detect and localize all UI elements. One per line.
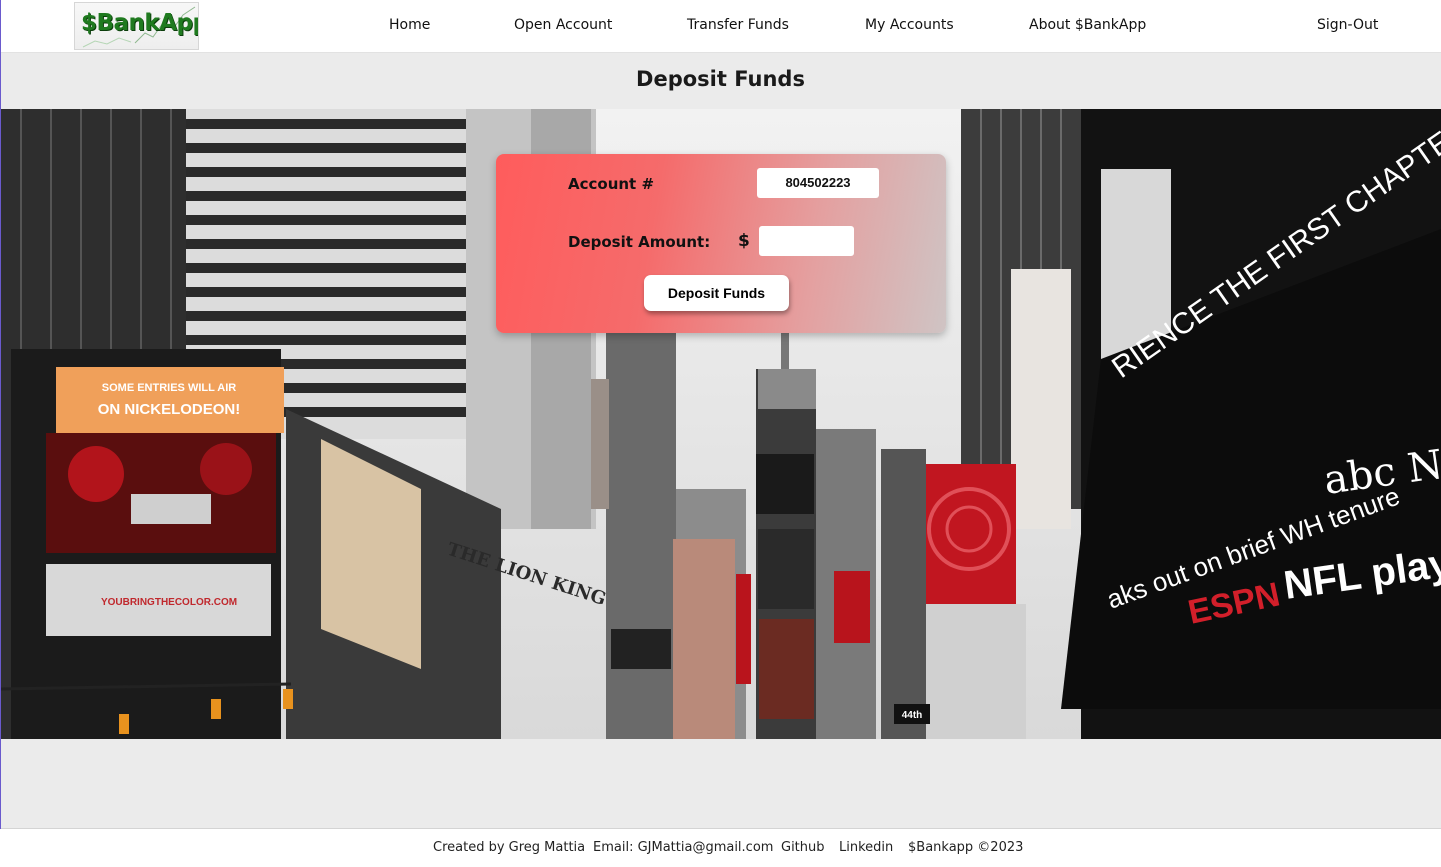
footer-github-link[interactable]: Github: [781, 840, 825, 855]
deposit-amount-input[interactable]: [759, 226, 854, 256]
billboard-nick-line1: SOME ENTRIES WILL AIR: [102, 382, 237, 394]
page-title: Deposit Funds: [636, 67, 805, 91]
nav-open-account-link[interactable]: Open Account: [514, 17, 612, 33]
billboard-nick-line2: ON NICKELODEON!: [98, 401, 241, 418]
deposit-amount-label: Deposit Amount:: [568, 233, 711, 251]
bankapp-logo[interactable]: $BankApp: [74, 2, 199, 50]
logo-text: $BankApp: [81, 10, 199, 36]
footer-copyright: $Bankapp ©2023: [908, 840, 1024, 855]
street-sign-44th: 44th: [902, 710, 923, 721]
navbar: $BankApp Home Open Account Transfer Fund…: [0, 0, 1441, 53]
nav-sign-out-link[interactable]: Sign-Out: [1317, 17, 1378, 33]
deposit-form-card: Account # 804502223 Deposit Amount: $ De…: [496, 154, 946, 333]
account-number-label: Account #: [568, 175, 655, 193]
nav-home-link[interactable]: Home: [389, 17, 430, 33]
title-bar: Deposit Funds: [0, 53, 1441, 109]
nav-my-accounts-link[interactable]: My Accounts: [865, 17, 954, 33]
nav-transfer-funds-link[interactable]: Transfer Funds: [687, 17, 789, 33]
account-number-display: 804502223: [757, 168, 879, 198]
deposit-funds-button[interactable]: Deposit Funds: [644, 275, 789, 311]
currency-symbol: $: [738, 231, 750, 251]
footer-email: Email: GJMattia@gmail.com: [593, 840, 774, 855]
page-edge: [0, 0, 1, 829]
footer: Created by Greg Mattia Email: GJMattia@g…: [0, 828, 1441, 867]
content-spacer: [0, 739, 1441, 828]
footer-created-by: Created by Greg Mattia: [433, 840, 586, 855]
footer-linkedin-link[interactable]: Linkedin: [839, 840, 893, 855]
nav-about-link[interactable]: About $BankApp: [1029, 17, 1146, 33]
billboard-color-ad: YOUBRINGTHECOLOR.COM: [101, 597, 237, 608]
